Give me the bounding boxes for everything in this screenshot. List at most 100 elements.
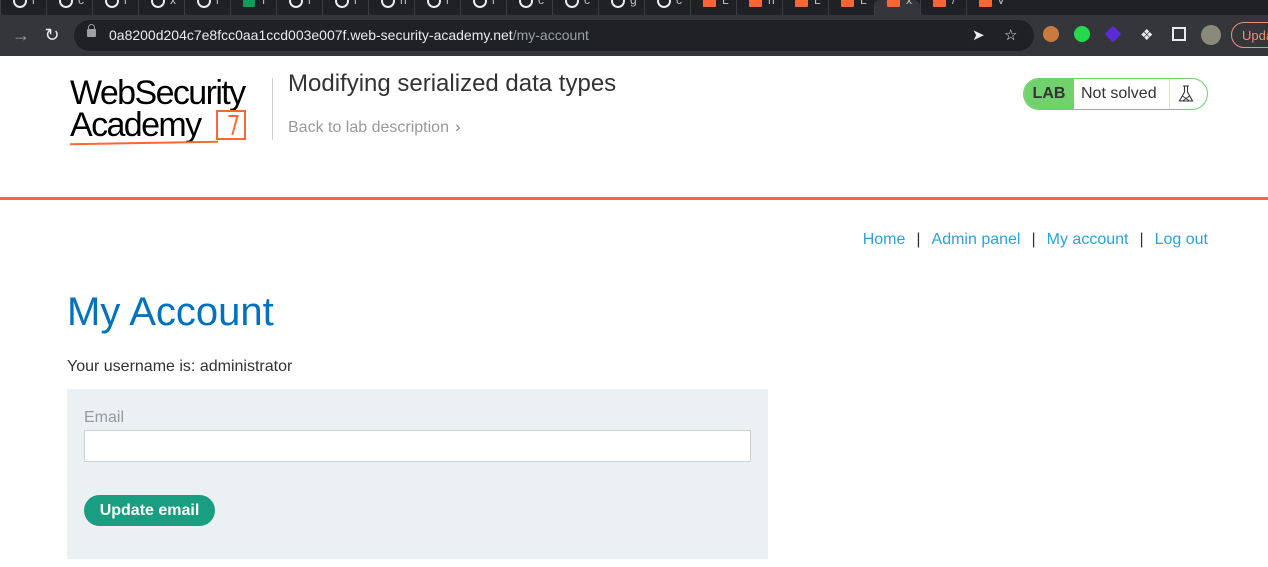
- spiral-icon: [105, 0, 119, 8]
- page-title: My Account: [67, 290, 274, 334]
- header-divider: [272, 78, 273, 140]
- update-email-button[interactable]: Update email: [84, 495, 215, 526]
- portswigger-icon: [703, 0, 716, 7]
- nav-admin-panel-link[interactable]: Admin panel: [932, 231, 1021, 248]
- browser-tab[interactable]: r: [460, 0, 506, 15]
- forward-button[interactable]: →: [9, 23, 33, 47]
- browser-tab[interactable]: r: [92, 0, 138, 15]
- browser-tab[interactable]: g: [598, 0, 644, 15]
- top-navigation: Home | Admin panel | My account | Log out: [863, 231, 1208, 249]
- nav-separator: |: [1031, 231, 1036, 248]
- browser-tab[interactable]: /: [920, 0, 966, 15]
- browser-tab[interactable]: L: [782, 0, 828, 15]
- nav-separator: |: [916, 231, 921, 248]
- portswigger-icon: [841, 0, 854, 7]
- browser-tabstrip: r c r x r f r r n r r c c g c Ln L Lx / v: [0, 0, 1268, 15]
- portswigger-icon: [749, 0, 762, 7]
- browser-tab[interactable]: r: [414, 0, 460, 15]
- tab-title: r: [124, 0, 128, 7]
- logo-bolt-icon: [216, 110, 246, 140]
- tab-title: r: [492, 0, 496, 7]
- browser-tab[interactable]: c: [46, 0, 92, 15]
- tab-title: L: [814, 0, 821, 7]
- tab-title: /: [952, 0, 956, 7]
- tab-title: x: [906, 0, 912, 7]
- update-button[interactable]: Upda: [1231, 22, 1268, 48]
- username-text: Your username is: administrator: [67, 358, 293, 375]
- lab-title: Modifying serialized data types: [288, 70, 617, 97]
- lab-status-text: Not solved: [1081, 85, 1157, 102]
- green-extension-icon[interactable]: [1074, 26, 1090, 42]
- status-divider: [1169, 79, 1170, 109]
- email-input[interactable]: [84, 430, 751, 462]
- nav-home-link[interactable]: Home: [863, 231, 906, 248]
- sheets-icon: [243, 0, 255, 7]
- tab-title: c: [584, 0, 590, 7]
- portswigger-icon: [979, 0, 992, 7]
- logo-line-2: Academy: [70, 106, 202, 144]
- star-icon[interactable]: ☆: [1004, 26, 1017, 44]
- browser-tab[interactable]: c: [644, 0, 690, 15]
- tab-title: L: [860, 0, 867, 7]
- spiral-icon: [427, 0, 441, 8]
- lock-icon: [87, 24, 96, 37]
- spiral-icon: [151, 0, 165, 8]
- tab-title: L: [722, 0, 729, 7]
- tab-title: n: [768, 0, 775, 7]
- puzzle-extensions-icon[interactable]: ❖: [1140, 26, 1153, 44]
- browser-tab[interactable]: x: [138, 0, 184, 15]
- header-rule: [0, 197, 1268, 200]
- portswigger-icon: [795, 0, 808, 7]
- tab-title: r: [446, 0, 450, 7]
- side-panel-icon[interactable]: [1172, 27, 1186, 41]
- spiral-icon: [657, 0, 671, 8]
- address-bar[interactable]: 0a8200d204c7e8fcc0aa1ccd003e007f.web-sec…: [74, 20, 1034, 51]
- back-to-lab-description-link[interactable]: Back to lab description ››: [288, 119, 459, 137]
- browser-tab[interactable]: c: [552, 0, 598, 15]
- tab-title: x: [170, 0, 176, 7]
- tab-title: r: [308, 0, 312, 7]
- cookie-extension-icon[interactable]: [1043, 26, 1059, 42]
- spiral-icon: [519, 0, 533, 8]
- double-chevron-right-icon: ››: [454, 119, 459, 136]
- tab-title: f: [262, 0, 266, 7]
- browser-tab[interactable]: v: [966, 0, 1012, 15]
- browser-tab[interactable]: r: [184, 0, 230, 15]
- browser-tab[interactable]: L: [690, 0, 736, 15]
- browser-tab[interactable]: c: [506, 0, 552, 15]
- browser-tab[interactable]: n: [736, 0, 782, 15]
- spiral-icon: [197, 0, 211, 8]
- browser-tab[interactable]: L: [828, 0, 874, 15]
- tab-title: r: [32, 0, 36, 7]
- avatar[interactable]: [1201, 25, 1221, 45]
- browser-tab[interactable]: r: [0, 0, 46, 15]
- browser-tab[interactable]: r: [276, 0, 322, 15]
- tab-title: c: [78, 0, 84, 7]
- spiral-icon: [335, 0, 349, 8]
- web-security-academy-logo[interactable]: WebSecurity Academy: [69, 74, 270, 149]
- url-text: 0a8200d204c7e8fcc0aa1ccd003e007f.web-sec…: [109, 27, 589, 43]
- tab-title: g: [630, 0, 637, 7]
- purple-extension-icon[interactable]: [1104, 25, 1122, 43]
- browser-tab[interactable]: f: [230, 0, 276, 15]
- tab-title: r: [354, 0, 358, 7]
- lab-badge: LAB: [1024, 79, 1074, 109]
- send-icon[interactable]: ➤: [972, 26, 985, 44]
- reload-button[interactable]: ↻: [40, 23, 64, 47]
- email-label: Email: [84, 409, 125, 426]
- tab-title: n: [400, 0, 407, 7]
- spiral-icon: [565, 0, 579, 8]
- lab-status-widget: LAB Not solved: [1023, 78, 1208, 110]
- nav-log-out-link[interactable]: Log out: [1155, 231, 1208, 248]
- browser-tab[interactable]: r: [322, 0, 368, 15]
- browser-tab[interactable]: n: [368, 0, 414, 15]
- portswigger-icon: [933, 0, 946, 7]
- spiral-icon: [13, 0, 27, 8]
- nav-separator: |: [1139, 231, 1144, 248]
- browser-tab[interactable]: x: [874, 0, 920, 15]
- spiral-icon: [59, 0, 73, 8]
- spiral-icon: [289, 0, 303, 8]
- nav-my-account-link[interactable]: My account: [1047, 231, 1129, 248]
- browser-toolbar: → ↻ 0a8200d204c7e8fcc0aa1ccd003e007f.web…: [0, 15, 1268, 56]
- tab-title: c: [676, 0, 682, 7]
